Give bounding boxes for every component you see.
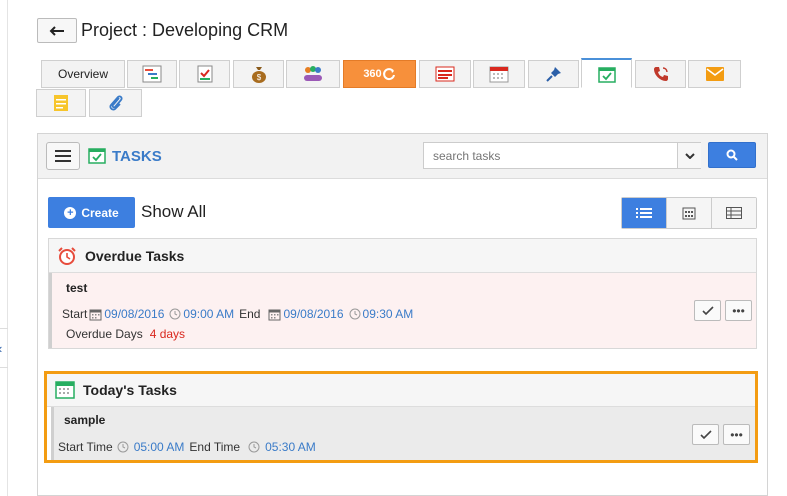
left-panel-fragment[interactable]: ‹ — [0, 328, 8, 368]
more-options-button[interactable]: ••• — [725, 300, 752, 321]
mail-icon — [705, 67, 724, 81]
check-icon — [701, 305, 714, 315]
clock-icon — [248, 441, 260, 453]
arrow-left-icon — [49, 25, 64, 36]
calendar-view-button[interactable] — [667, 198, 712, 228]
table-view-button[interactable] — [712, 198, 756, 228]
tab-360[interactable]: 360 — [343, 60, 416, 88]
plus-circle-icon: + — [64, 206, 77, 219]
search-icon — [726, 149, 738, 161]
more-dots-icon: ••• — [732, 303, 745, 318]
view-switcher — [621, 197, 757, 229]
task-schedule: Start 09/08/2016 09:00 AM End 09/08/2016… — [62, 307, 414, 321]
overdue-header: Overdue Tasks — [49, 239, 756, 273]
start-time: 05:00 AM — [133, 440, 185, 454]
clock-icon — [349, 308, 361, 320]
task-name: test — [66, 281, 88, 295]
money-bag-icon: $ — [251, 67, 266, 83]
list-red-icon — [435, 66, 455, 82]
end-time: 09:30 AM — [362, 307, 414, 321]
svg-text:$: $ — [256, 73, 261, 82]
pin-icon — [545, 67, 561, 82]
gantt-icon — [142, 65, 162, 83]
calendar-small-icon — [89, 309, 102, 320]
tab-overview[interactable]: Overview — [41, 60, 125, 88]
today-section: Today's Tasks sample Start Time 05:00 AM… — [44, 371, 758, 463]
task-name: sample — [64, 413, 106, 427]
tab-attachments[interactable] — [89, 89, 142, 117]
more-dots-icon: ••• — [730, 427, 743, 442]
chevron-down-icon — [684, 152, 695, 159]
checklist-icon — [197, 65, 212, 83]
list-view-button[interactable] — [622, 198, 667, 228]
refresh-360-icon — [382, 68, 395, 81]
back-button[interactable] — [37, 18, 77, 43]
left-edge — [0, 0, 8, 496]
phone-icon — [653, 67, 668, 81]
tasks-icon — [597, 66, 616, 83]
tab-mail[interactable] — [688, 60, 741, 88]
alarm-clock-icon — [58, 246, 76, 265]
tab-tasks[interactable] — [581, 58, 632, 88]
search-input[interactable] — [423, 142, 701, 169]
end-date: 09/08/2016 — [283, 307, 344, 321]
complete-task-button[interactable] — [694, 300, 721, 321]
overdue-days-value: 4 days — [149, 327, 186, 341]
overdue-days: Overdue Days 4 days — [66, 327, 186, 341]
check-icon — [699, 429, 712, 439]
task-row-today[interactable]: sample Start Time 05:00 AM End Time 05:3… — [51, 407, 755, 460]
chevron-left-icon: ‹ — [0, 341, 2, 356]
calendar-green-icon — [55, 381, 75, 399]
hamburger-icon — [55, 150, 71, 152]
tab-checklist[interactable] — [179, 60, 230, 88]
notes-icon — [54, 95, 68, 111]
overdue-title: Overdue Tasks — [85, 247, 185, 264]
calendar-icon — [489, 66, 509, 83]
more-options-button[interactable]: ••• — [723, 424, 750, 445]
panel-header: TASKS — [38, 134, 767, 179]
tab-calls[interactable] — [635, 60, 686, 88]
today-title: Today's Tasks — [83, 382, 177, 398]
start-time: 09:00 AM — [183, 307, 235, 321]
tab-calendar[interactable] — [473, 60, 525, 88]
tab-gantt[interactable] — [127, 60, 177, 88]
menu-toggle-button[interactable] — [46, 142, 80, 170]
tab-activity-list[interactable] — [419, 60, 471, 88]
clock-icon — [169, 308, 181, 320]
page: ‹ Project : Developing CRM Overview $ 36… — [0, 0, 787, 496]
tasks-title: TASKS — [112, 148, 162, 165]
hamburger-icon-line — [55, 160, 71, 162]
tab-notes[interactable] — [36, 89, 86, 117]
task-schedule: Start Time 05:00 AM End Time 05:30 AM — [58, 440, 316, 454]
tab-pins[interactable] — [528, 60, 579, 88]
calendar-small-icon — [268, 309, 281, 320]
end-time: 05:30 AM — [265, 440, 316, 454]
task-row-overdue[interactable]: test Start 09/08/2016 09:00 AM End 09/08… — [49, 273, 756, 348]
complete-task-button[interactable] — [692, 424, 719, 445]
tasks-panel: TASKS + Create Show All — [37, 133, 768, 496]
team-icon — [304, 66, 322, 81]
search-button[interactable] — [708, 142, 756, 168]
today-header: Today's Tasks — [47, 374, 755, 407]
create-button[interactable]: + Create — [48, 197, 135, 228]
tab-team[interactable] — [286, 60, 340, 88]
start-date: 09/08/2016 — [104, 307, 165, 321]
paperclip-icon — [108, 95, 123, 111]
tab-finance[interactable]: $ — [233, 60, 284, 88]
overdue-section: Overdue Tasks test Start 09/08/2016 09:0… — [48, 238, 757, 349]
hamburger-icon-line — [55, 155, 71, 157]
list-icon — [636, 208, 652, 218]
tasks-icon — [88, 148, 106, 164]
search-dropdown[interactable] — [677, 143, 701, 168]
calendar-icon — [682, 207, 696, 220]
filter-label[interactable]: Show All — [141, 202, 206, 222]
table-icon — [726, 207, 742, 219]
clock-icon — [117, 441, 129, 453]
page-title: Project : Developing CRM — [81, 20, 289, 40]
